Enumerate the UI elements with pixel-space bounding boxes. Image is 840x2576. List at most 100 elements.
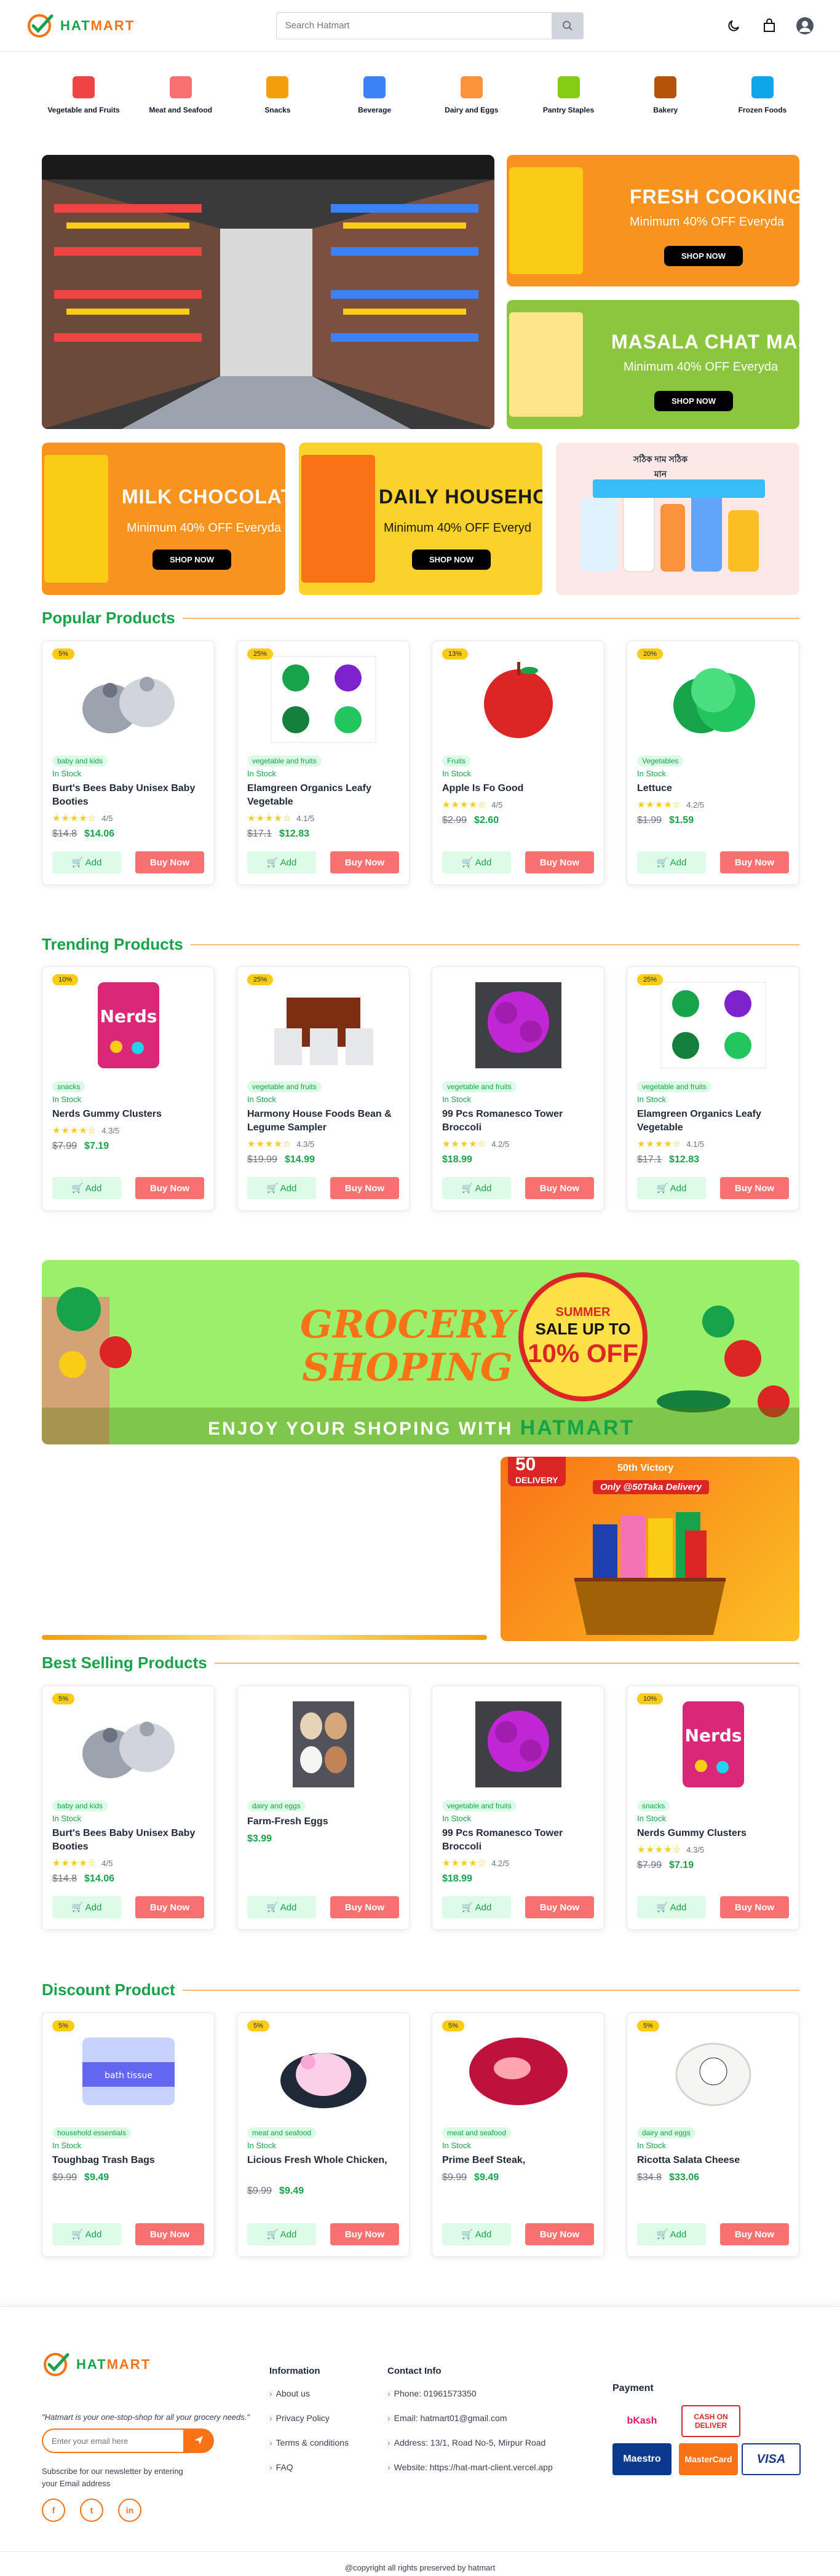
add-to-cart-button[interactable]: 🛒 Add — [442, 851, 511, 873]
shop-now-button[interactable]: SHOP NOW — [412, 549, 491, 570]
product-card[interactable]: 25% vegetable and fruits In Stock Elamgreen… — [237, 640, 410, 885]
shop-now-button[interactable]: SHOP NOW — [654, 391, 733, 411]
product-card[interactable]: 5% baby and kids In Stock Burt's Bees Baby … — [42, 640, 215, 885]
product-card[interactable]: 5% bath tissue household essentials In Stoc… — [42, 2012, 215, 2257]
product-card[interactable]: dairy and eggs Farm-Fresh Eggs $3.99 🛒 Add B… — [237, 1685, 410, 1930]
product-card[interactable]: 5% meat and seafood In Stock Prime Beef Ste… — [432, 2012, 604, 2257]
grocery-shopping-banner[interactable]: GROCERY SHOPING SUMMER SALE UP TO 10% OFF… — [42, 1260, 799, 1444]
buy-now-button[interactable]: Buy Now — [525, 1896, 594, 1918]
cart-button[interactable] — [760, 17, 779, 35]
product-name[interactable]: 99 Pcs Romanesco Tower Broccoli — [442, 1108, 594, 1135]
linkedin-icon[interactable]: in — [118, 2499, 141, 2522]
category-item[interactable]: Bakery — [622, 76, 708, 162]
footer-contact-item[interactable]: › Website: https://hat-mart-client.vercel… — [387, 2462, 553, 2472]
product-name[interactable]: Farm-Fresh Eggs — [247, 1815, 399, 1829]
product-name[interactable]: Elamgreen Organics Leafy Vegetable — [247, 782, 399, 809]
add-to-cart-button[interactable]: 🛒 Add — [637, 1177, 706, 1199]
add-to-cart-button[interactable]: 🛒 Add — [52, 2223, 121, 2245]
add-to-cart-button[interactable]: 🛒 Add — [637, 1896, 706, 1918]
newsletter-submit-button[interactable] — [183, 2428, 214, 2453]
add-to-cart-button[interactable]: 🛒 Add — [52, 1896, 121, 1918]
footer-info-link[interactable]: › Terms & conditions — [269, 2438, 349, 2448]
shop-now-button[interactable]: SHOP NOW — [664, 246, 743, 266]
product-name[interactable]: Toughbag Trash Bags — [52, 2154, 204, 2167]
add-to-cart-button[interactable]: 🛒 Add — [637, 2223, 706, 2245]
product-card[interactable]: 25% vegetable and fruits In Stock Elamgreen… — [627, 966, 799, 1211]
twitter-icon[interactable]: t — [80, 2499, 103, 2522]
search-input[interactable] — [275, 12, 552, 39]
add-to-cart-button[interactable]: 🛒 Add — [247, 2223, 316, 2245]
category-item[interactable]: Meat and Seafood — [138, 76, 224, 162]
add-to-cart-button[interactable]: 🛒 Add — [442, 2223, 511, 2245]
product-name[interactable]: Elamgreen Organics Leafy Vegetable — [637, 1108, 789, 1135]
add-to-cart-button[interactable]: 🛒 Add — [247, 851, 316, 873]
shop-now-button[interactable]: SHOP NOW — [153, 549, 231, 570]
search-button[interactable] — [551, 12, 584, 39]
brand-logo[interactable]: HATMART — [26, 11, 135, 41]
product-card[interactable]: 13% Fruits In Stock Apple Is Fo Good ★★★★☆ 4/… — [432, 640, 604, 885]
footer-info-link[interactable]: › About us — [269, 2389, 349, 2398]
add-to-cart-button[interactable]: 🛒 Add — [247, 1896, 316, 1918]
add-to-cart-button[interactable]: 🛒 Add — [442, 1177, 511, 1199]
product-name[interactable]: Burt's Bees Baby Unisex Baby Booties — [52, 1827, 204, 1854]
product-card[interactable]: 5% meat and seafood In Stock Licious Fresh … — [237, 2012, 410, 2257]
product-card[interactable]: 10% Nerds snacks In Stock Nerds Gummy Cluste… — [42, 966, 215, 1211]
promo-banner[interactable]: DAILY HOUSEHOL Minimum 40% OFF Everyd SHOP… — [299, 443, 542, 595]
promo-banner[interactable]: MASALA CHAT MAS Minimum 40% OFF Everyda SH… — [507, 300, 799, 429]
product-name[interactable]: Burt's Bees Baby Unisex Baby Booties — [52, 782, 204, 809]
dark-mode-toggle[interactable] — [724, 17, 743, 35]
product-name[interactable]: Harmony House Foods Bean & Legume Sample… — [247, 1108, 399, 1135]
category-item[interactable]: Vegetable and Fruits — [41, 76, 127, 162]
buy-now-button[interactable]: Buy Now — [135, 851, 204, 873]
buy-now-button[interactable]: Buy Now — [525, 851, 594, 873]
footer-brand-logo[interactable]: HATMART — [42, 2350, 151, 2379]
add-to-cart-button[interactable]: 🛒 Add — [442, 1896, 511, 1918]
footer-info-link[interactable]: › Privacy Policy — [269, 2413, 349, 2423]
category-item[interactable]: Dairy and Eggs — [429, 76, 515, 162]
footer-contact-item[interactable]: › Email: hatmart01@gmail.com — [387, 2413, 553, 2423]
category-item[interactable]: Pantry Staples — [526, 76, 612, 162]
product-card[interactable]: 5% baby and kids In Stock Burt's Bees Baby … — [42, 1685, 215, 1930]
add-to-cart-button[interactable]: 🛒 Add — [52, 851, 121, 873]
delivery-offer-banner[interactable]: 50 DELIVERY 50th Victory Only @50Taka De… — [501, 1457, 799, 1641]
product-name[interactable]: Ricotta Salata Cheese — [637, 2154, 789, 2167]
product-card[interactable]: vegetable and fruits In Stock 99 Pcs Roman… — [432, 1685, 604, 1930]
product-card[interactable]: 10% Nerds snacks In Stock Nerds Gummy Cluste… — [627, 1685, 799, 1930]
buy-now-button[interactable]: Buy Now — [525, 2223, 594, 2245]
buy-now-button[interactable]: Buy Now — [330, 2223, 399, 2245]
buy-now-button[interactable]: Buy Now — [720, 851, 789, 873]
product-card[interactable]: vegetable and fruits In Stock 99 Pcs Roman… — [432, 966, 604, 1211]
buy-now-button[interactable]: Buy Now — [135, 2223, 204, 2245]
buy-now-button[interactable]: Buy Now — [330, 851, 399, 873]
buy-now-button[interactable]: Buy Now — [330, 1177, 399, 1199]
promo-banner[interactable]: MILK CHOCOLAT Minimum 40% OFF Everyda SHOP… — [42, 443, 285, 595]
product-name[interactable]: Lettuce — [637, 782, 789, 795]
buy-now-button[interactable]: Buy Now — [135, 1177, 204, 1199]
footer-contact-item[interactable]: › Phone: 01961573350 — [387, 2389, 553, 2398]
footer-contact-item[interactable]: › Address: 13/1, Road No-5, Mirpur Road — [387, 2438, 553, 2448]
footer-info-link[interactable]: › FAQ — [269, 2462, 349, 2472]
product-name[interactable]: 99 Pcs Romanesco Tower Broccoli — [442, 1827, 594, 1854]
category-item[interactable]: Snacks — [234, 76, 320, 162]
product-name[interactable]: Apple Is Fo Good — [442, 782, 594, 795]
add-to-cart-button[interactable]: 🛒 Add — [247, 1177, 316, 1199]
add-to-cart-button[interactable]: 🛒 Add — [52, 1177, 121, 1199]
user-account-button[interactable] — [796, 17, 814, 35]
product-name[interactable]: Prime Beef Steak, — [442, 2154, 594, 2167]
category-item[interactable]: Beverage — [331, 76, 418, 162]
promo-banner[interactable]: FRESH COOKING O Minimum 40% OFF Everyda SH… — [507, 155, 799, 286]
product-card[interactable]: 20% Vegetables In Stock Lettuce ★★★★☆ 4.2/5 $1… — [627, 640, 799, 885]
product-card[interactable]: 5% dairy and eggs In Stock Ricotta Salata C… — [627, 2012, 799, 2257]
buy-now-button[interactable]: Buy Now — [330, 1896, 399, 1918]
buy-now-button[interactable]: Buy Now — [720, 1896, 789, 1918]
promo-banner-bangla[interactable]: সঠিক দাম সঠিক মান — [556, 443, 799, 595]
product-name[interactable]: Licious Fresh Whole Chicken, — [247, 2154, 399, 2181]
buy-now-button[interactable]: Buy Now — [720, 2223, 789, 2245]
product-card[interactable]: 25% vegetable and fruits In Stock Harmony H… — [237, 966, 410, 1211]
newsletter-email-input[interactable] — [42, 2428, 183, 2453]
category-item[interactable]: Frozen Foods — [719, 76, 806, 162]
buy-now-button[interactable]: Buy Now — [135, 1896, 204, 1918]
product-name[interactable]: Nerds Gummy Clusters — [637, 1827, 789, 1840]
buy-now-button[interactable]: Buy Now — [525, 1177, 594, 1199]
product-name[interactable]: Nerds Gummy Clusters — [52, 1108, 204, 1121]
